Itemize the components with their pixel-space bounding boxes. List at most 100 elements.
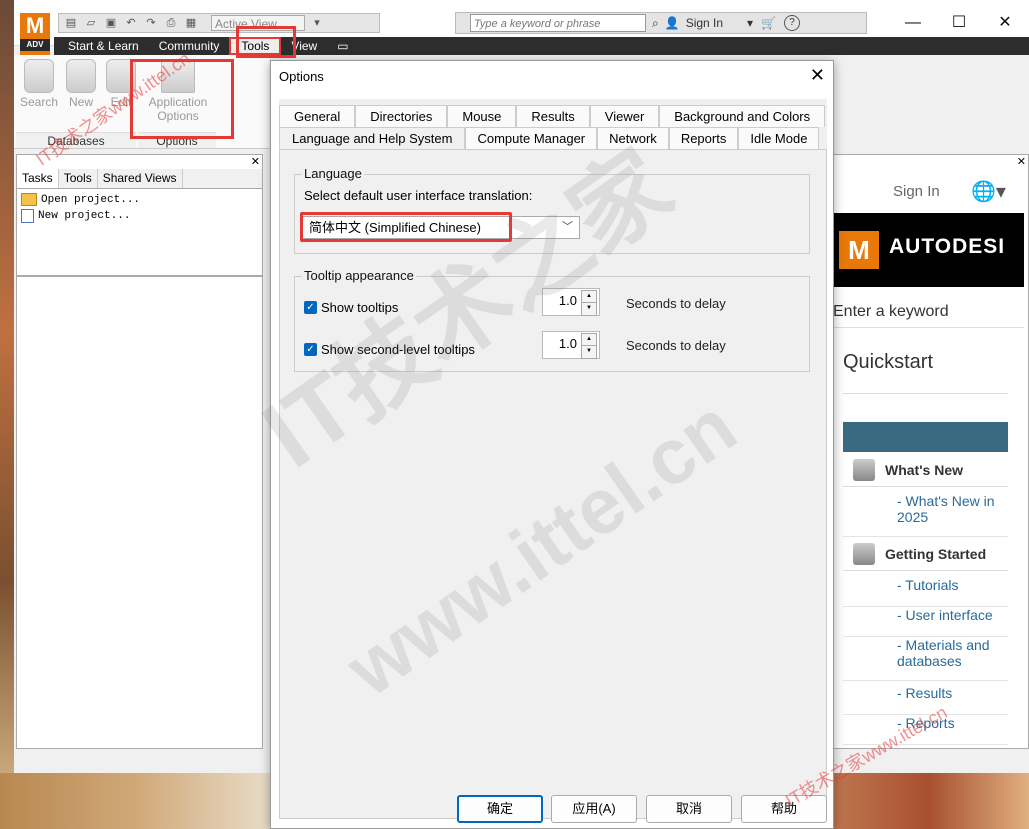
tab-tools-pane[interactable]: Tools bbox=[59, 169, 98, 188]
link-results[interactable]: - Results bbox=[843, 685, 1008, 715]
desktop-background bbox=[828, 773, 1029, 829]
close-icon[interactable]: ✕ bbox=[1017, 155, 1026, 168]
pane-splitter[interactable] bbox=[17, 275, 262, 277]
database-new-icon bbox=[66, 59, 96, 93]
apply-button[interactable]: 应用(A) bbox=[551, 795, 637, 823]
second-level-delay-spinner[interactable]: 1.0 ▲ ▼ bbox=[542, 331, 600, 359]
link-reports[interactable]: - Reports bbox=[843, 715, 1008, 745]
autodesk-banner: M AUTODESI bbox=[833, 213, 1024, 287]
new-database-button[interactable]: New bbox=[60, 59, 102, 109]
close-icon[interactable]: ✕ bbox=[810, 65, 825, 86]
dialog-title: Options bbox=[279, 69, 324, 84]
tab-general[interactable]: General bbox=[279, 105, 356, 127]
tab-directories[interactable]: Directories bbox=[355, 105, 448, 127]
dialog-body: General Directories Mouse Results Viewer… bbox=[279, 99, 827, 819]
tab-compute-manager[interactable]: Compute Manager bbox=[465, 127, 598, 149]
task-new-project[interactable]: New project... bbox=[21, 209, 130, 223]
tab-start-learn[interactable]: Start & Learn bbox=[58, 37, 149, 55]
undo-icon[interactable]: ↶ bbox=[123, 16, 139, 30]
ribbon-panel: Search New Edit Application Options Data… bbox=[14, 55, 269, 149]
help-button[interactable]: 帮助 bbox=[741, 795, 827, 823]
tab-results[interactable]: Results bbox=[516, 105, 590, 127]
language-group-title: Language bbox=[302, 166, 364, 181]
ok-button[interactable]: 确定 bbox=[457, 795, 543, 823]
search-button[interactable]: Search bbox=[18, 59, 60, 109]
autodesk-logo: M bbox=[839, 231, 879, 269]
help-page-search-input[interactable]: Enter a keyword bbox=[833, 303, 949, 321]
tooltip-delay-spinner[interactable]: 1.0 ▲ ▼ bbox=[542, 288, 600, 316]
highlight-box bbox=[300, 212, 512, 242]
show-tooltips-checkbox[interactable]: ✓ Show tooltips bbox=[304, 300, 398, 315]
tab-network[interactable]: Network bbox=[597, 127, 669, 149]
new-file-icon[interactable]: ▤ bbox=[63, 16, 79, 30]
save-icon[interactable]: ▣ bbox=[103, 16, 119, 30]
binoculars-icon[interactable]: ⌕ bbox=[652, 16, 659, 31]
chevron-down-icon[interactable]: ▾ bbox=[747, 16, 753, 30]
checkmark-icon: ✓ bbox=[304, 301, 317, 314]
section-getting-started[interactable]: Getting Started bbox=[843, 537, 1008, 571]
tab-viewer[interactable]: Viewer bbox=[589, 105, 660, 127]
tab-row-2: Language and Help System Compute Manager… bbox=[279, 127, 827, 149]
minimize-button[interactable]: — bbox=[890, 8, 936, 38]
tab-background-colors[interactable]: Background and Colors bbox=[659, 105, 826, 127]
help-search-bar: Type a keyword or phrase ⌕ 👤 Sign In ▾ 🛒… bbox=[455, 12, 867, 34]
print-icon[interactable]: ⎙ bbox=[163, 16, 179, 30]
help-sign-in-link[interactable]: Sign In bbox=[893, 183, 940, 200]
divider bbox=[833, 327, 1024, 328]
options-dialog: Options ✕ General Directories Mouse Resu… bbox=[270, 60, 834, 829]
sign-in-link[interactable]: Sign In bbox=[686, 16, 723, 30]
cart-icon[interactable]: 🛒 bbox=[761, 16, 776, 30]
ribbon-options-icon[interactable]: ▭ bbox=[327, 37, 358, 55]
task-open-project[interactable]: Open project... bbox=[21, 193, 140, 206]
tab-language-help[interactable]: Language and Help System bbox=[279, 127, 466, 149]
delay-label: Seconds to delay bbox=[626, 338, 726, 353]
cancel-button[interactable]: 取消 bbox=[646, 795, 732, 823]
link-materials-databases[interactable]: - Materials and databases bbox=[843, 637, 1008, 681]
help-search-input[interactable]: Type a keyword or phrase bbox=[470, 14, 646, 32]
tab-mouse[interactable]: Mouse bbox=[447, 105, 517, 127]
folder-icon bbox=[21, 193, 37, 206]
whats-new-icon bbox=[853, 458, 875, 481]
link-user-interface[interactable]: - User interface bbox=[843, 607, 1008, 637]
show-second-level-checkbox[interactable]: ✓ Show second-level tooltips bbox=[304, 342, 475, 357]
tab-shared-views[interactable]: Shared Views bbox=[98, 169, 183, 188]
user-icon: 👤 bbox=[664, 16, 680, 30]
spin-down-icon[interactable]: ▼ bbox=[581, 302, 597, 316]
divider bbox=[843, 393, 1008, 394]
close-button[interactable]: ✕ bbox=[982, 8, 1028, 38]
tab-panel-language: Language Select default user interface t… bbox=[279, 149, 827, 819]
link-whats-new-2025[interactable]: - What's New in 2025 bbox=[843, 493, 1008, 537]
tasks-pane-tabs: Tasks Tools Shared Views bbox=[17, 169, 262, 189]
redo-icon[interactable]: ↷ bbox=[143, 16, 159, 30]
language-prompt: Select default user interface translatio… bbox=[304, 188, 533, 203]
link-tutorials[interactable]: - Tutorials bbox=[843, 577, 1008, 607]
section-header-bar bbox=[843, 422, 1008, 452]
help-page-pane: ✕ Sign In 🌐▾ M AUTODESI Enter a keyword … bbox=[832, 154, 1029, 749]
tab-community[interactable]: Community bbox=[149, 37, 230, 55]
tab-tasks[interactable]: Tasks bbox=[17, 169, 59, 188]
globe-icon[interactable]: 🌐▾ bbox=[971, 179, 1006, 204]
quickstart-heading: Quickstart bbox=[843, 351, 934, 373]
chevron-down-icon[interactable]: ▾ bbox=[309, 16, 325, 30]
highlight-box bbox=[130, 59, 234, 139]
document-icon bbox=[21, 209, 34, 223]
group-label-databases: Databases bbox=[16, 132, 136, 148]
tab-reports[interactable]: Reports bbox=[668, 127, 739, 149]
app-logo[interactable]: M ADV bbox=[20, 13, 50, 55]
delay-label: Seconds to delay bbox=[626, 296, 726, 311]
close-icon[interactable]: ✕ bbox=[251, 155, 260, 168]
maximize-button[interactable]: ☐ bbox=[936, 8, 982, 38]
quick-access-toolbar: ▤ ▱ ▣ ↶ ↷ ⎙ ▦ Active View ▾ bbox=[58, 13, 380, 33]
view-icon[interactable]: ▦ bbox=[183, 16, 199, 30]
help-icon[interactable]: ? bbox=[784, 15, 801, 31]
desktop-background bbox=[0, 0, 14, 829]
database-search-icon bbox=[24, 59, 54, 93]
spin-down-icon[interactable]: ▼ bbox=[581, 345, 597, 359]
checkmark-icon: ✓ bbox=[304, 343, 317, 356]
section-whats-new[interactable]: What's New bbox=[843, 453, 1008, 487]
open-folder-icon[interactable]: ▱ bbox=[83, 16, 99, 30]
brand-name: AUTODESI bbox=[889, 235, 1006, 258]
tab-idle-mode[interactable]: Idle Mode bbox=[738, 127, 820, 149]
tasks-pane: ✕ Tasks Tools Shared Views Open project.… bbox=[16, 154, 263, 749]
ribbon-tabs: Start & Learn Community Tools View ▭ bbox=[54, 37, 1029, 55]
